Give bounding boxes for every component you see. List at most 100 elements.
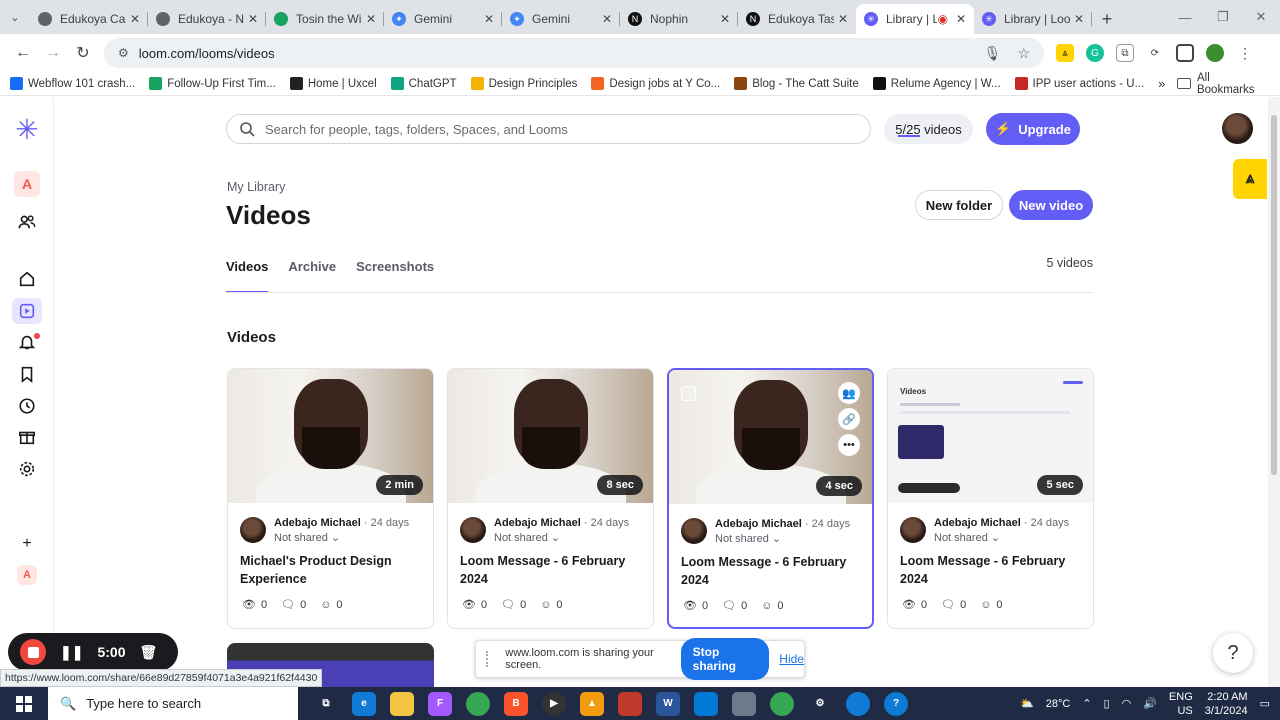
brave-icon[interactable]: B	[504, 691, 528, 716]
extension-a-icon[interactable]: ⩓	[1056, 44, 1074, 62]
gift-icon[interactable]	[0, 428, 54, 446]
bookmark-item[interactable]: Relume Agency | W...	[872, 77, 1001, 90]
grammarly-icon[interactable]: G	[1086, 44, 1104, 62]
loom-extension-icon[interactable]: ⟳	[1146, 44, 1164, 62]
site-info-icon[interactable]: ⚙	[118, 46, 129, 60]
people-icon[interactable]	[0, 213, 54, 231]
profile-avatar-icon[interactable]	[1206, 44, 1224, 62]
library-icon[interactable]	[0, 298, 54, 324]
browser-menu-icon[interactable]: ⋮	[1236, 44, 1254, 62]
tray-chevron-icon[interactable]: ⌃	[1082, 697, 1091, 710]
help-button[interactable]: ?	[1213, 633, 1253, 673]
bookmark-item[interactable]: Design Principles	[470, 77, 577, 90]
volume-icon[interactable]: 🔊	[1143, 697, 1157, 710]
browser-tab[interactable]: ✦ Gemini ✕	[502, 4, 620, 34]
bookmark-item[interactable]: Follow-Up First Tim...	[149, 77, 276, 90]
workspace-switcher[interactable]: A	[0, 171, 54, 197]
author-avatar[interactable]	[240, 517, 266, 543]
upgrade-button[interactable]: ⚡ Upgrade	[986, 113, 1080, 145]
video-thumbnail[interactable]: 8 sec	[448, 369, 653, 503]
tab-close-icon[interactable]: ✕	[838, 12, 848, 26]
browser-tab[interactable]: ✳ Library | Loo ✕	[974, 4, 1092, 34]
tab-close-icon[interactable]: ✕	[130, 12, 140, 26]
stop-sharing-button[interactable]: Stop sharing	[680, 638, 770, 680]
add-workspace-icon[interactable]: +	[0, 535, 54, 553]
mic-icon[interactable]: 🎙	[984, 45, 1002, 62]
help-app-icon[interactable]: ?	[884, 691, 908, 716]
side-panel-icon[interactable]	[1176, 44, 1194, 62]
vlc-icon[interactable]: ▲	[580, 691, 604, 716]
new-tab-button[interactable]: +	[1092, 4, 1122, 34]
back-icon[interactable]: ←	[8, 44, 38, 62]
hide-link[interactable]: Hide	[779, 652, 804, 666]
photos-icon[interactable]	[694, 691, 718, 716]
extensions-puzzle-icon[interactable]: ⧉	[1116, 44, 1134, 62]
bookmark-item[interactable]: Webflow 101 crash...	[10, 77, 135, 90]
settings-gear-icon[interactable]	[0, 460, 54, 478]
user-avatar[interactable]	[1222, 113, 1253, 144]
author-name[interactable]: Adebajo Michael	[934, 517, 1021, 529]
tab-close-icon[interactable]: ✕	[248, 12, 258, 26]
share-status-dropdown[interactable]: Not shared ⌄	[494, 531, 629, 544]
tab-archive[interactable]: Archive	[288, 259, 336, 293]
author-name[interactable]: Adebajo Michael	[715, 518, 802, 530]
edge-icon[interactable]: e	[352, 691, 376, 716]
language-indicator[interactable]: ENG US	[1169, 690, 1193, 718]
video-card[interactable]: 2 min Adebajo Michael · 24 days Not shared…	[227, 368, 434, 629]
drag-handle[interactable]	[486, 651, 493, 667]
word-icon[interactable]: W	[656, 691, 680, 716]
home-icon[interactable]	[0, 270, 54, 288]
tab-close-icon[interactable]: ✕	[1074, 12, 1084, 26]
video-title[interactable]: Loom Message - 6 February 2024	[460, 552, 641, 588]
video-card[interactable]: 👥 🔗 ••• 4 sec Adebajo Michael · 24 days Not s…	[667, 368, 874, 629]
video-title[interactable]: Michael's Product Design Experience	[240, 552, 421, 588]
all-bookmarks[interactable]: All Bookmarks	[1177, 72, 1268, 96]
loom-logo-icon[interactable]: ✳	[0, 113, 54, 146]
browser-tab[interactable]: ✦ Gemini ✕	[384, 4, 502, 34]
network-icon[interactable]: ◠	[1122, 697, 1132, 710]
reload-icon[interactable]: ↻	[68, 43, 98, 63]
video-thumbnail[interactable]: Videos 5 sec	[888, 369, 1093, 503]
author-name[interactable]: Adebajo Michael	[494, 517, 581, 529]
chrome-active-icon[interactable]	[770, 691, 794, 716]
workspace-a-icon[interactable]: A	[0, 565, 54, 585]
select-checkbox[interactable]	[681, 386, 696, 401]
bookmark-item[interactable]: Design jobs at Y Co...	[591, 77, 720, 90]
share-people-icon[interactable]: 👥	[838, 382, 860, 404]
tab-search-chevron-icon[interactable]: ⌄	[0, 0, 30, 34]
chrome-icon[interactable]	[466, 691, 490, 716]
file-explorer-icon[interactable]	[390, 691, 414, 716]
bookmark-item[interactable]: IPP user actions - U...	[1014, 77, 1144, 90]
bookmark-item[interactable]: Home | Uxcel	[289, 77, 377, 90]
minimize-icon[interactable]: —	[1166, 10, 1204, 25]
tab-close-icon[interactable]: ✕	[366, 12, 376, 26]
video-thumbnail[interactable]: 2 min	[228, 369, 433, 503]
browser-tab[interactable]: N Edukoya Task ✕	[738, 4, 856, 34]
app-gray-icon[interactable]	[732, 691, 756, 716]
author-name[interactable]: Adebajo Michael	[274, 517, 361, 529]
forward-icon[interactable]: →	[38, 44, 68, 62]
pause-icon[interactable]: ❚❚	[60, 644, 83, 661]
page-scrollbar[interactable]	[1268, 97, 1280, 687]
bookmark-item[interactable]: Blog - The Catt Suite	[734, 77, 859, 90]
weather-icon[interactable]: ⛅	[1020, 697, 1034, 710]
more-options-icon[interactable]: •••	[838, 434, 860, 456]
clock[interactable]: 2:20 AM 3/1/2024	[1205, 690, 1248, 718]
new-video-button[interactable]: New video	[1009, 190, 1093, 220]
browser-tab[interactable]: Edukoya Cas ✕	[30, 4, 148, 34]
video-thumbnail[interactable]: 👥 🔗 ••• 4 sec	[669, 370, 872, 504]
windows-start-icon[interactable]	[0, 695, 48, 712]
bookmark-star-icon[interactable]: ☆	[1017, 45, 1030, 62]
figma-icon[interactable]: F	[428, 691, 452, 716]
video-title[interactable]: Loom Message - 6 February 2024	[900, 552, 1081, 588]
video-card[interactable]: 8 sec Adebajo Michael · 24 days Not shared…	[447, 368, 654, 629]
browser-tab[interactable]: Tosin the Wis ✕	[266, 4, 384, 34]
notifications-icon[interactable]: ▭	[1260, 697, 1270, 710]
settings-icon[interactable]: ⚙	[808, 692, 832, 716]
copy-link-icon[interactable]: 🔗	[838, 408, 860, 430]
media-player-icon[interactable]: ▶	[542, 691, 566, 716]
tab-close-icon[interactable]: ✕	[956, 12, 966, 26]
breadcrumb[interactable]: My Library	[227, 180, 285, 194]
delete-recording-icon[interactable]: 🗑	[140, 644, 158, 661]
stop-recording-button[interactable]	[20, 639, 46, 665]
